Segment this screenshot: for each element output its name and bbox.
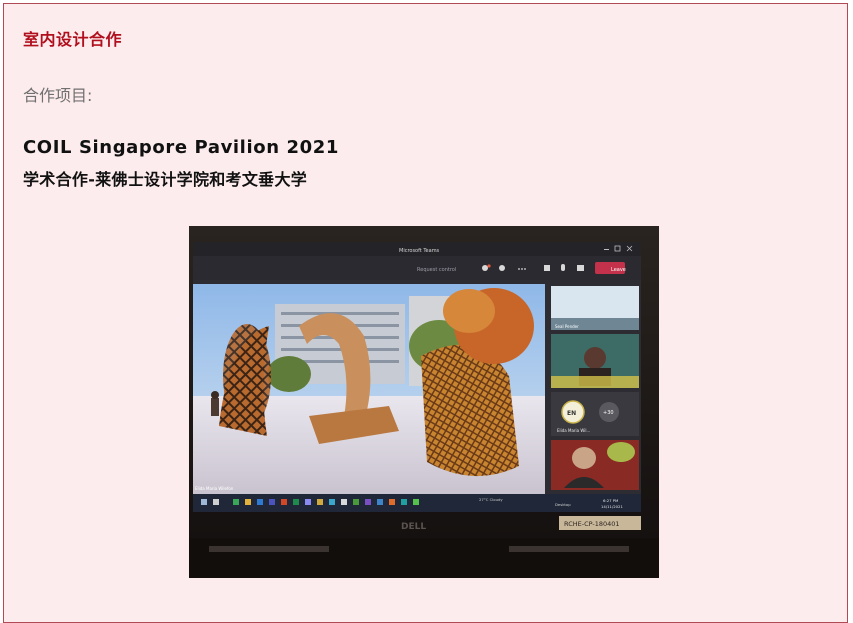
leave-label: Leave	[611, 267, 626, 273]
participants-icon	[482, 265, 488, 271]
project-subtitle: 学术合作-莱佛士设计学院和考文垂大学	[23, 170, 308, 189]
taskbar-date: 14/11/2021	[601, 504, 623, 509]
laptop-teams-photo: Microsoft Teams Request control Leave El…	[189, 226, 659, 578]
asset-tag: RCHE-CP-180401	[564, 520, 620, 528]
taskbar-desktop: Desktop	[555, 502, 571, 507]
avatar-initials: EN	[567, 410, 576, 417]
mic-icon	[561, 264, 565, 271]
project-title: COIL Singapore Pavilion 2021	[23, 137, 339, 158]
window-title: Microsoft Teams	[399, 248, 440, 254]
taskbar-time: 6:27 PM	[603, 498, 618, 503]
more-participants-count: +30	[603, 410, 614, 416]
section-heading: 室内设计合作	[23, 30, 123, 49]
request-control-button[interactable]: Request control	[417, 267, 456, 273]
participant-panel: Seal Pender EN +30 Elida Maria Wil...	[551, 286, 639, 490]
reactions-icon	[499, 265, 505, 271]
laptop-logo: DELL	[401, 522, 426, 532]
camera-icon	[544, 265, 550, 271]
share-icon	[577, 265, 584, 271]
presenter-name: Elida Maria Wilefon	[195, 486, 234, 491]
laptop-base	[189, 538, 659, 578]
participant-name-2: Elida Maria Wil...	[557, 428, 590, 433]
participant-name-1: Seal Pender	[555, 324, 579, 329]
taskbar-weather: 27°C Cloudy	[479, 497, 503, 502]
project-label: 合作项目:	[23, 86, 93, 105]
shared-screen-render: Elida Maria Wilefon	[193, 284, 545, 494]
